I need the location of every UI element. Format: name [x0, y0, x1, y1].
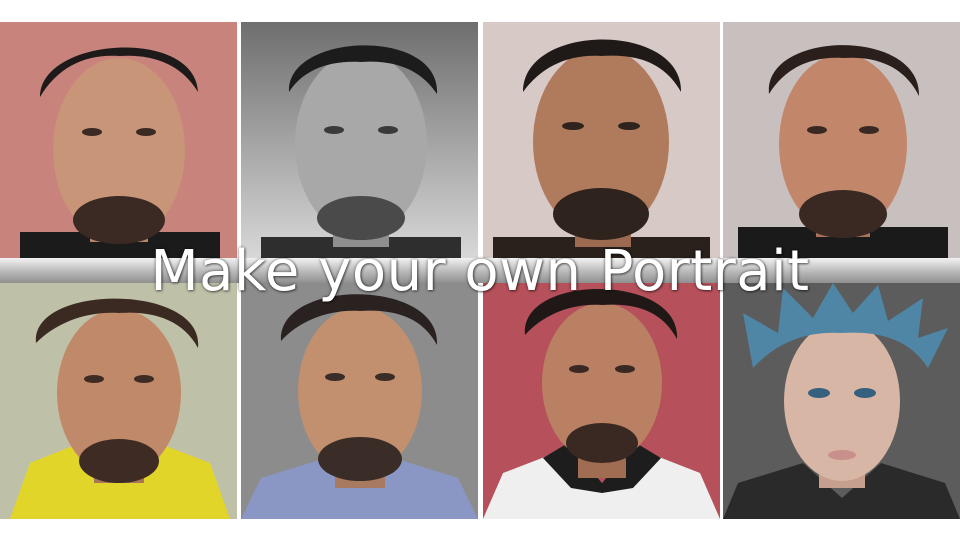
portrait-beard: [317, 196, 405, 240]
portrait-tile: [241, 283, 478, 519]
portrait-beard: [553, 188, 649, 240]
portrait-image: [0, 22, 237, 258]
portrait-tile: [241, 22, 478, 258]
portrait-tile: [483, 22, 720, 258]
portrait-tile: [723, 22, 960, 258]
portrait-beard: [566, 423, 638, 463]
portrait-image: [723, 22, 960, 258]
portrait-image: [483, 283, 720, 519]
portrait-beard: [799, 190, 887, 238]
portrait-image: [0, 283, 237, 519]
page-title: Make your own Portrait: [150, 239, 810, 304]
portrait-beard: [318, 437, 402, 481]
portrait-tile: [723, 283, 960, 519]
portrait-image: [241, 283, 478, 519]
portrait-beard: [73, 196, 165, 244]
portrait-tile: [483, 283, 720, 519]
portrait-tile: [0, 22, 237, 258]
portrait-image: [241, 22, 478, 258]
portrait-image: [723, 283, 960, 519]
portrait-beard: [79, 439, 159, 483]
portrait-collage: Make your own Portrait: [0, 0, 960, 540]
portrait-image: [483, 22, 720, 258]
portrait-tile: [0, 283, 237, 519]
